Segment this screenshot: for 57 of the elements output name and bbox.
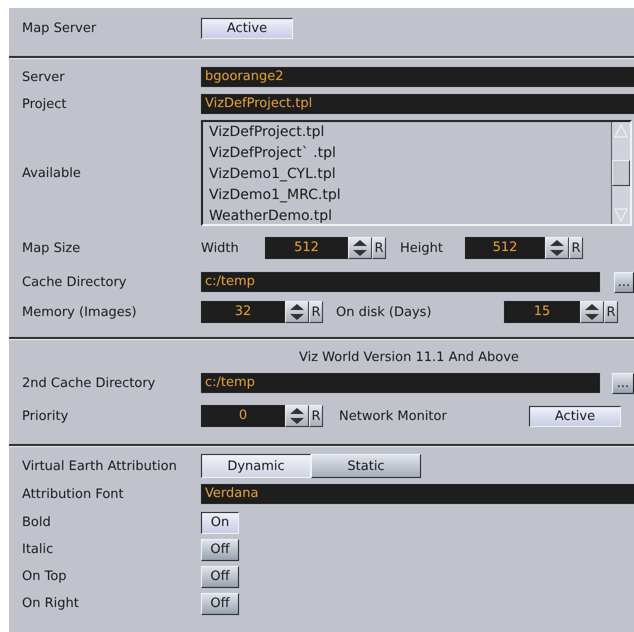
toggle-button[interactable]: Off xyxy=(201,592,239,614)
list-item[interactable]: WeatherDemo.tpl xyxy=(209,206,611,224)
list-item[interactable]: VizDemo1_CYL.tpl xyxy=(209,164,611,185)
scroll-thumb[interactable] xyxy=(612,160,630,186)
priority-field[interactable]: 0 xyxy=(201,405,285,427)
field-label: Cache Directory xyxy=(22,274,128,290)
field-label: Project xyxy=(22,96,68,112)
field-label: Virtual Earth Attribution xyxy=(22,458,178,474)
toggle-button[interactable]: Off xyxy=(201,538,239,560)
field-label: Available xyxy=(22,166,82,180)
browse-button[interactable]: ... xyxy=(612,372,634,394)
font-field[interactable]: Verdana xyxy=(201,484,634,504)
field-label: Map Server xyxy=(22,20,98,36)
active-button[interactable]: Active xyxy=(529,406,621,426)
list-item[interactable]: VizDemo1_MRC.tpl xyxy=(209,185,611,206)
height-field[interactable]: 512 xyxy=(465,237,545,259)
list-item[interactable]: VizDefProject.tpl xyxy=(209,122,611,143)
toggle-button[interactable]: On xyxy=(201,512,239,534)
toggle-button[interactable]: Off xyxy=(201,566,239,588)
width-label: Width xyxy=(201,240,240,256)
reset-button[interactable]: R xyxy=(309,301,323,323)
browse-button[interactable]: ... xyxy=(614,272,634,292)
server-field[interactable]: bgoorange2 xyxy=(201,67,634,87)
width-field[interactable]: 512 xyxy=(265,237,348,259)
spin-arrows-icon[interactable] xyxy=(285,301,309,323)
spin-arrows-icon[interactable] xyxy=(285,405,309,427)
segment-button[interactable]: Static xyxy=(311,454,421,478)
reset-button[interactable]: R xyxy=(309,405,323,427)
project-field[interactable]: VizDefProject.tpl xyxy=(201,94,634,114)
cache-directory-field[interactable]: c:/temp xyxy=(201,373,600,393)
field-label: 2nd Cache Directory xyxy=(22,376,156,390)
field-label: Priority xyxy=(22,408,70,424)
field-label: Attribution Font xyxy=(22,486,125,502)
field-label: On Right xyxy=(22,596,80,611)
field-label: Italic xyxy=(22,542,54,557)
spin-arrows-icon[interactable] xyxy=(545,237,569,259)
active-button[interactable]: Active xyxy=(201,18,293,38)
segment-button[interactable]: Dynamic xyxy=(201,454,311,478)
on-disk-field[interactable]: 15 xyxy=(504,301,580,323)
spin-arrows-icon[interactable] xyxy=(580,301,604,323)
version-note: Viz World Version 11.1 And Above xyxy=(299,350,519,364)
memory-field[interactable]: 32 xyxy=(201,301,285,323)
reset-button[interactable]: R xyxy=(372,237,386,259)
reset-button[interactable]: R xyxy=(604,301,618,323)
field-label: On Top xyxy=(22,569,68,584)
field-label: Network Monitor xyxy=(339,408,448,424)
field-label: Bold xyxy=(22,515,52,530)
height-label: Height xyxy=(400,240,444,256)
field-label: Server xyxy=(22,70,66,84)
field-label: Memory (Images) xyxy=(22,304,138,320)
field-label: On disk (Days) xyxy=(336,304,432,320)
spin-arrows-icon[interactable] xyxy=(348,237,372,259)
list-item[interactable]: VizDefProject` .tpl xyxy=(209,143,611,164)
field-label: Map Size xyxy=(22,240,82,256)
scrollbar[interactable] xyxy=(611,122,630,224)
cache-directory-field[interactable]: c:/temp xyxy=(201,272,600,292)
reset-button[interactable]: R xyxy=(569,237,583,259)
